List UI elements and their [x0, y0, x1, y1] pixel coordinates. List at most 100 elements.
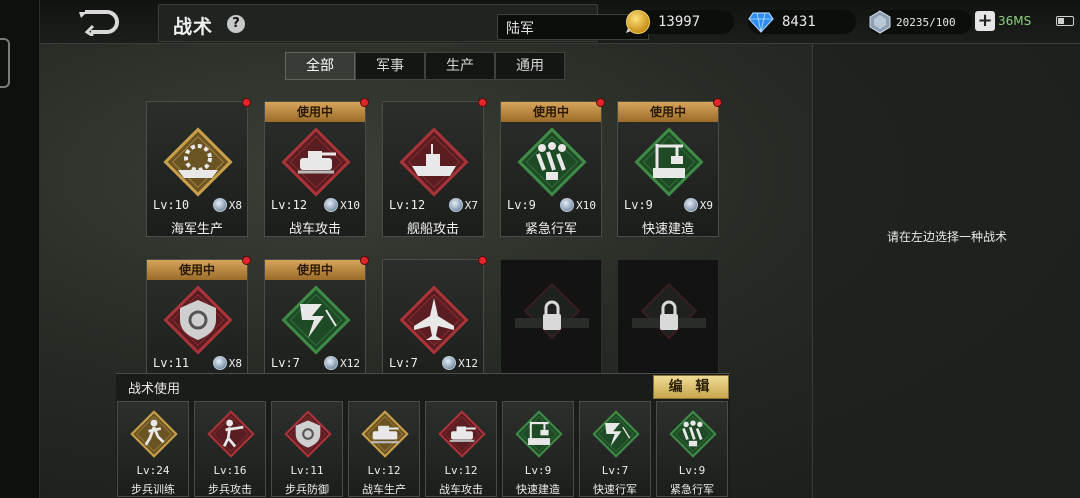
branch-label: 陆军: [506, 21, 534, 37]
tab-production[interactable]: 生产: [425, 52, 495, 80]
usage-slot[interactable]: Lv:9 快速建造: [502, 401, 574, 497]
usage-slot-level: Lv:12: [367, 464, 401, 477]
usage-slot-name: 步兵训练: [131, 483, 175, 496]
tactic-emblem: [278, 282, 354, 358]
build-icon: [634, 127, 704, 197]
in-use-badge: 使用中: [147, 260, 247, 280]
infantry-defense-icon: [284, 410, 332, 458]
usage-slot-level: Lv:24: [136, 464, 170, 477]
tactics-screen: 战术 ? 陆军 13997 8431 20235/100 + 36MS 全部 军…: [0, 0, 1080, 498]
notification-dot: [242, 98, 251, 107]
diamond-counter[interactable]: 8431: [748, 10, 856, 34]
back-arrow-icon: [79, 10, 119, 36]
page-title: 战术: [173, 16, 214, 38]
usage-slot[interactable]: Lv:24 步兵训练: [117, 401, 189, 497]
usage-slot[interactable]: Lv:12 战车攻击: [425, 401, 497, 497]
tactic-card[interactable]: Lv:12 X7 舰船攻击: [382, 98, 487, 237]
build-icon: [515, 410, 563, 458]
usage-slot-emblem: [590, 408, 642, 460]
tactic-level: Lv:9: [507, 198, 536, 212]
usage-slot-name: 紧急行军: [670, 483, 714, 496]
tactic-count-value: X9: [699, 198, 713, 212]
gold-value: 13997: [658, 14, 701, 30]
march-icon: [669, 410, 717, 458]
notification-dot: [478, 256, 487, 265]
tactic-count: X12: [324, 356, 360, 370]
navy-production-icon: [163, 127, 233, 197]
top-bar: 战术 ? 陆军 13997 8431 20235/100 + 36MS: [40, 0, 1080, 44]
march-icon: [517, 127, 587, 197]
diamond-value: 8431: [782, 14, 816, 30]
tactic-count: X10: [324, 198, 360, 212]
tactic-count-value: X12: [458, 356, 478, 370]
infantry-attack-icon: [207, 410, 255, 458]
energy-counter[interactable]: 20235/100: [868, 10, 972, 34]
tactic-level: Lv:7: [389, 356, 418, 370]
usage-slot-emblem: [359, 408, 411, 460]
usage-slot[interactable]: Lv:16 步兵攻击: [194, 401, 266, 497]
filter-tabs: 全部 军事 生产 通用: [285, 52, 565, 80]
side-menu-handle[interactable]: [0, 38, 10, 88]
steel-gem-icon: [324, 198, 339, 212]
usage-title: 战术使用: [128, 382, 181, 397]
usage-slot[interactable]: Lv:11 步兵防御: [271, 401, 343, 497]
tactic-level: Lv:12: [389, 198, 426, 212]
in-use-badge: 使用中: [265, 260, 365, 280]
tactic-count: X8: [212, 198, 242, 212]
tactic-count: X8: [212, 356, 242, 370]
tactic-level: Lv:10: [153, 198, 190, 212]
tab-all[interactable]: 全部: [285, 52, 355, 80]
tactic-count: X7: [448, 198, 478, 212]
tactic-emblem: [160, 282, 236, 358]
tactic-name: 舰船攻击: [406, 222, 459, 237]
help-button[interactable]: ?: [227, 15, 245, 33]
tactic-level: Lv:9: [624, 198, 653, 212]
tank-production-icon: [361, 410, 409, 458]
usage-slot[interactable]: Lv:7 快速行军: [579, 401, 651, 497]
tactic-name: 海军生产: [170, 222, 223, 237]
tank-attack-icon: [281, 127, 351, 197]
tactic-card[interactable]: Lv:10 X8 海军生产: [146, 98, 251, 237]
notification-dot: [360, 256, 369, 265]
tactic-count-value: X8: [228, 356, 242, 370]
tactic-emblem: [631, 124, 707, 200]
notification-dot: [360, 98, 369, 107]
notification-dot: [713, 98, 722, 107]
diamond-icon: [748, 12, 774, 33]
add-energy-button[interactable]: +: [975, 11, 995, 31]
tactic-emblem: [160, 124, 236, 200]
tactic-count-value: X12: [340, 356, 360, 370]
tactic-emblem: [278, 124, 354, 200]
tactic-card[interactable]: 使用中 Lv:9 X10 紧急行军: [500, 98, 605, 237]
title-box: 战术 ? 陆军: [158, 4, 649, 42]
tactic-count-value: X10: [576, 198, 596, 212]
tactic-count-value: X10: [340, 198, 360, 212]
tactic-card[interactable]: 使用中 Lv:12 X10 战车攻击: [264, 98, 369, 237]
usage-slot-emblem: [513, 408, 565, 460]
tactic-count: X9: [683, 198, 713, 212]
gold-counter[interactable]: 13997: [626, 10, 734, 34]
tactic-name: 快速建造: [641, 222, 694, 237]
steel-gem-icon: [212, 198, 227, 212]
notification-dot: [242, 256, 251, 265]
tactic-name: 紧急行军: [524, 222, 577, 237]
usage-slot[interactable]: Lv:12 战车生产: [348, 401, 420, 497]
tab-general[interactable]: 通用: [495, 52, 565, 80]
usage-slot-name: 快速建造: [516, 483, 560, 496]
usage-slot-level: Lv:7: [601, 464, 629, 477]
battery-icon: [1056, 16, 1074, 26]
steel-icon: [869, 10, 891, 34]
edit-button[interactable]: 编 辑: [653, 375, 729, 399]
tab-military[interactable]: 军事: [355, 52, 425, 80]
usage-slot-level: Lv:11: [290, 464, 324, 477]
back-button[interactable]: [70, 6, 128, 38]
usage-slot-emblem: [667, 408, 719, 460]
usage-slot[interactable]: Lv:9 紧急行军: [656, 401, 728, 497]
tactic-card[interactable]: 使用中 Lv:9 X9 快速建造: [617, 98, 722, 237]
usage-slot-emblem: [282, 408, 334, 460]
tactic-emblem: [514, 124, 590, 200]
tactic-level: Lv:11: [153, 356, 190, 370]
usage-slot-emblem: [205, 408, 257, 460]
steel-gem-icon: [212, 356, 227, 370]
gold-coin-icon: [626, 10, 650, 34]
